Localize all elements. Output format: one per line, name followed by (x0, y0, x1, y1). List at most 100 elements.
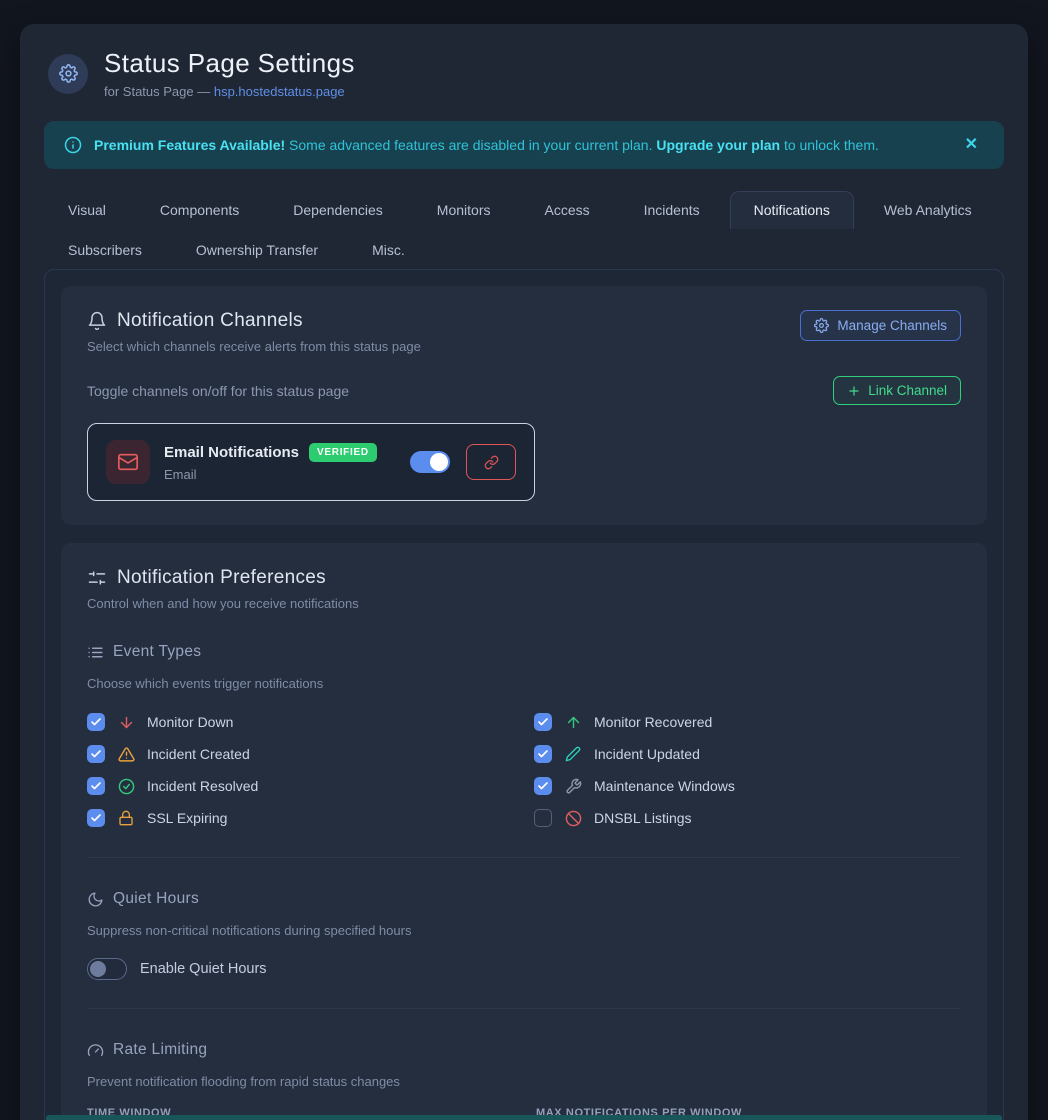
tab-dependencies[interactable]: Dependencies (269, 191, 407, 229)
settings-tabs: VisualComponentsDependenciesMonitorsAcce… (44, 191, 1004, 269)
preferences-subtitle: Control when and how you receive notific… (87, 596, 961, 611)
below-fold-element (46, 1115, 1002, 1120)
event-checkbox[interactable] (534, 777, 552, 795)
divider (87, 1008, 961, 1009)
arrow-up-icon (564, 714, 582, 731)
event-types-grid: Monitor Down Monitor Recovered Incident Cr… (87, 711, 961, 829)
event-type-row[interactable]: Monitor Down (87, 711, 514, 733)
tools-icon (564, 778, 582, 795)
event-types-title: Event Types (113, 643, 201, 661)
tab-ownership-transfer[interactable]: Ownership Transfer (172, 231, 342, 269)
link-channel-label: Link Channel (868, 383, 947, 398)
event-checkbox[interactable] (534, 745, 552, 763)
tab-web-analytics[interactable]: Web Analytics (860, 191, 996, 229)
notification-preferences-section: Notification Preferences Control when an… (61, 543, 987, 1120)
event-type-label: SSL Expiring (147, 810, 227, 826)
banner-lead: Premium Features Available! (94, 137, 285, 153)
event-checkbox[interactable] (87, 777, 105, 795)
ban-icon (564, 810, 582, 827)
event-type-row[interactable]: Incident Resolved (87, 775, 514, 797)
gear-icon (48, 54, 88, 94)
upgrade-plan-link[interactable]: Upgrade your plan (656, 137, 780, 153)
preferences-title: Notification Preferences (117, 567, 326, 589)
notifications-panel: Notification Channels Select which chann… (44, 269, 1004, 1120)
premium-banner: Premium Features Available! Some advance… (44, 121, 1004, 169)
channel-type: Email (164, 467, 377, 482)
event-checkbox[interactable] (87, 713, 105, 731)
tab-access[interactable]: Access (520, 191, 613, 229)
event-type-label: Monitor Down (147, 714, 233, 730)
pencil-icon (564, 746, 582, 762)
bell-icon (87, 311, 107, 331)
info-icon (64, 136, 82, 154)
page-subtitle: for Status Page — hsp.hostedstatus.page (104, 84, 355, 99)
email-channel-toggle[interactable] (410, 451, 450, 473)
rate-limiting-title: Rate Limiting (113, 1041, 207, 1059)
toggle-hint-text: Toggle channels on/off for this status p… (87, 383, 349, 399)
email-channel-card: Email Notifications VERIFIED Email (87, 423, 535, 501)
list-icon (87, 644, 104, 661)
banner-text: Premium Features Available! Some advance… (94, 137, 947, 153)
link-icon (484, 455, 499, 470)
tab-misc[interactable]: Misc. (348, 231, 429, 269)
link-channel-button[interactable]: Link Channel (833, 376, 961, 405)
page-header: Status Page Settings for Status Page — h… (44, 48, 1004, 99)
event-checkbox[interactable] (87, 809, 105, 827)
settings-container: Status Page Settings for Status Page — h… (20, 24, 1028, 1120)
event-type-row[interactable]: Incident Created (87, 743, 514, 765)
unlink-channel-button[interactable] (466, 444, 516, 480)
quiet-hours-toggle[interactable] (87, 958, 127, 980)
status-page-link[interactable]: hsp.hostedstatus.page (214, 84, 345, 99)
notification-channels-section: Notification Channels Select which chann… (61, 286, 987, 525)
rate-limiting-subtitle: Prevent notification flooding from rapid… (87, 1074, 961, 1089)
event-type-label: Monitor Recovered (594, 714, 712, 730)
moon-icon (87, 891, 104, 908)
channel-info: Email Notifications VERIFIED Email (164, 443, 377, 482)
event-checkbox[interactable] (534, 809, 552, 827)
event-type-label: Incident Created (147, 746, 250, 762)
gear-icon (814, 318, 829, 333)
plus-icon (847, 384, 861, 398)
quiet-hours-subtitle: Suppress non-critical notifications duri… (87, 923, 961, 938)
verified-badge: VERIFIED (309, 443, 377, 462)
event-type-row[interactable]: Maintenance Windows (534, 775, 961, 797)
alert-triangle-icon (117, 746, 135, 763)
event-types-subtitle: Choose which events trigger notification… (87, 676, 961, 691)
event-type-row[interactable]: DNSBL Listings (534, 807, 961, 829)
arrow-down-icon (117, 714, 135, 731)
channels-heading-block: Notification Channels Select which chann… (87, 310, 421, 354)
event-type-row[interactable]: Incident Updated (534, 743, 961, 765)
event-type-row[interactable]: SSL Expiring (87, 807, 514, 829)
event-checkbox[interactable] (87, 745, 105, 763)
status-page-settings-screen: Status Page Settings for Status Page — h… (0, 0, 1048, 1120)
divider (87, 857, 961, 858)
event-type-label: Incident Updated (594, 746, 700, 762)
banner-mid: Some advanced features are disabled in y… (285, 137, 656, 153)
channels-title: Notification Channels (117, 310, 303, 332)
lock-icon (117, 810, 135, 826)
quiet-hours-title: Quiet Hours (113, 890, 199, 908)
event-checkbox[interactable] (534, 713, 552, 731)
event-type-label: DNSBL Listings (594, 810, 692, 826)
mail-icon (106, 440, 150, 484)
banner-tail: to unlock them. (780, 137, 879, 153)
page-title: Status Page Settings (104, 48, 355, 79)
header-text: Status Page Settings for Status Page — h… (104, 48, 355, 99)
event-type-label: Incident Resolved (147, 778, 258, 794)
gauge-icon (87, 1042, 104, 1059)
tab-monitors[interactable]: Monitors (413, 191, 515, 229)
event-type-label: Maintenance Windows (594, 778, 735, 794)
check-circle-icon (117, 778, 135, 795)
event-type-row[interactable]: Monitor Recovered (534, 711, 961, 733)
tab-incidents[interactable]: Incidents (620, 191, 724, 229)
subtitle-prefix: for Status Page — (104, 84, 214, 99)
tab-subscribers[interactable]: Subscribers (44, 231, 166, 269)
tab-components[interactable]: Components (136, 191, 263, 229)
sliders-icon (87, 568, 107, 588)
close-icon[interactable]: ✕ (959, 133, 984, 157)
tab-notifications[interactable]: Notifications (730, 191, 854, 229)
tab-visual[interactable]: Visual (44, 191, 130, 229)
manage-channels-button[interactable]: Manage Channels (800, 310, 961, 341)
channels-subtitle: Select which channels receive alerts fro… (87, 339, 421, 354)
channel-name: Email Notifications (164, 444, 299, 461)
